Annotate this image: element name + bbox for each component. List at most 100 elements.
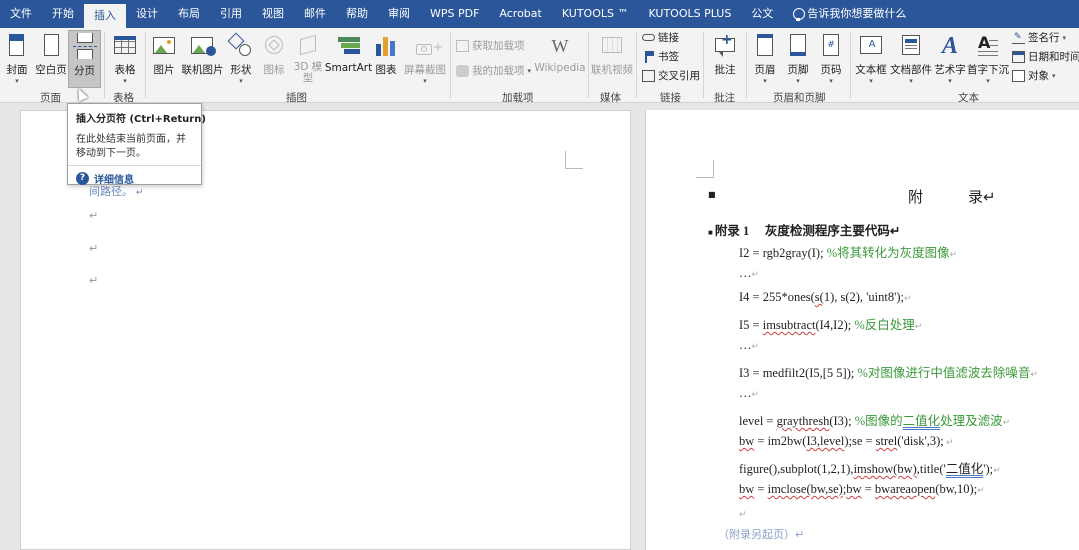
page-break-button[interactable]: 分页 [68, 30, 101, 88]
tab-insert[interactable]: 插入 [84, 4, 126, 28]
document-page-right[interactable]: ■ 附 录↵ ■ 附录 1 灰度检测程序主要代码↵ I2 = rgb2gray(… [645, 110, 1079, 550]
paragraph-mark: ↵ [739, 509, 747, 519]
tab-kutools-plus[interactable]: KUTOOLS PLUS [638, 0, 741, 28]
chart-icon [372, 32, 400, 60]
tooltip-description: 在此处结束当前页面，并移动到下一页。 [76, 134, 186, 159]
code-line: I3 = medfilt2(I5,[5 5]); %对图像进行中值滤波去除噪音↵ [739, 366, 1038, 380]
chart-button[interactable]: 图表 [371, 32, 401, 77]
smartart-icon [335, 32, 363, 60]
cross-reference-icon [642, 69, 655, 82]
textbox-icon: A [857, 32, 885, 60]
cover-page-button[interactable]: 封面 ▾ [4, 32, 30, 85]
group-divider [145, 32, 146, 98]
tell-me-search[interactable]: 告诉我你想要做什么 [783, 0, 916, 28]
group-label-media: 媒体 [600, 92, 621, 104]
tab-help[interactable]: 帮助 [336, 0, 378, 28]
screenshot-icon: + [411, 32, 443, 60]
footer-button[interactable]: 页脚 ▾ [783, 32, 813, 85]
picture-button[interactable]: 图片 [149, 32, 179, 77]
tab-references[interactable]: 引用 [210, 0, 252, 28]
tab-home[interactable]: 开始 [42, 0, 84, 28]
tab-mailings[interactable]: 邮件 [294, 0, 336, 28]
tab-view[interactable]: 视图 [252, 0, 294, 28]
calendar-icon [1012, 50, 1025, 63]
group-divider [588, 32, 589, 98]
page-number-button[interactable]: # 页码 ▾ [816, 32, 846, 85]
footer-icon [784, 32, 812, 60]
group-divider [746, 32, 747, 98]
shapes-button[interactable]: 形状 ▾ [226, 32, 256, 85]
online-picture-button[interactable]: 联机图片 [180, 32, 225, 77]
comment-icon: + [711, 32, 739, 60]
tab-official-doc[interactable]: 公文 [741, 0, 783, 28]
page-break-icon [71, 33, 99, 61]
smartart-button[interactable]: SmartArt [325, 32, 372, 74]
tab-acrobat[interactable]: Acrobat [489, 0, 551, 28]
drop-cap-button[interactable]: A 首字下沉 ▾ [967, 32, 1009, 85]
tab-design[interactable]: 设计 [126, 0, 168, 28]
code-line: I2 = rgb2gray(I); %将其转化为灰度图像↵ [739, 246, 958, 260]
table-button[interactable]: 表格 ▾ [108, 32, 142, 85]
page-margin-mark [565, 151, 583, 169]
my-addins-button[interactable]: 我的加载项 ▾ [456, 63, 531, 78]
table-icon [111, 32, 139, 60]
wikipedia-icon: W [551, 36, 569, 56]
cube-icon [294, 32, 322, 60]
signature-icon: ✎ [1012, 32, 1025, 44]
3d-models-button[interactable]: 3D 模型 [293, 32, 323, 84]
ribbon-insert: 封面 ▾ 空白页 分页 页面 表格 ▾ 表格 图片 联机图片 形状 ▾ 图标 3… [0, 28, 1079, 104]
screenshot-button[interactable]: + 屏幕截图 ▾ [402, 32, 448, 85]
tab-review[interactable]: 审阅 [378, 0, 420, 28]
tab-kutools[interactable]: KUTOOLS ™ [552, 0, 639, 28]
textbox-button[interactable]: A 文本框 ▾ [854, 32, 888, 85]
appendix-heading: 附 录↵ [908, 190, 996, 206]
lightbulb-icon [793, 7, 806, 21]
group-label-links: 链接 [660, 92, 681, 104]
tab-wps-pdf[interactable]: WPS PDF [420, 0, 489, 28]
code-line: level = graythresh(I3); %图像的二值化处理及滤波↵ [739, 414, 1011, 428]
group-divider [850, 32, 851, 98]
online-picture-icon [189, 32, 217, 60]
bookmark-icon [642, 50, 655, 63]
cross-reference-button[interactable]: 交叉引用 [642, 68, 700, 83]
help-icon: ? [76, 172, 89, 185]
wikipedia-button[interactable]: W Wikipedia [534, 32, 585, 74]
paragraph-mark: ↵ [89, 209, 99, 222]
bookmark-button[interactable]: 书签 [642, 49, 679, 64]
code-line: figure(),subplot(1,2,1),imshow(bw),title… [739, 462, 1001, 476]
comment-button[interactable]: + 批注 [707, 32, 743, 77]
bullet-mark: ■ [708, 190, 716, 199]
tooltip-divider [68, 165, 201, 166]
appendix-subheading: ■ 附录 1 灰度检测程序主要代码↵ [708, 224, 901, 238]
link-icon [642, 34, 655, 41]
header-icon [751, 32, 779, 60]
page-number-icon: # [817, 32, 845, 60]
code-line: I5 = imsubtract(I4,I2); %反白处理↵ [739, 318, 923, 332]
icons-button[interactable]: 图标 [259, 32, 289, 77]
group-label-text: 文本 [958, 92, 979, 104]
tab-layout[interactable]: 布局 [168, 0, 210, 28]
signature-line-button[interactable]: ✎ 签名行 ▾ [1012, 30, 1066, 45]
object-button[interactable]: 对象 ▾ [1012, 68, 1056, 83]
paragraph-mark: ↵ [89, 242, 99, 255]
paragraph-mark: ↵ [89, 274, 99, 287]
link-button[interactable]: 链接 [642, 30, 679, 45]
addin-puzzle-icon [456, 64, 469, 77]
appendix-note: （附录另起页）↵ [718, 528, 805, 541]
ribbon-tab-bar: 文件 开始 插入 设计 布局 引用 视图 邮件 帮助 审阅 WPS PDF Ac… [0, 0, 1079, 28]
header-button[interactable]: 页眉 ▾ [750, 32, 780, 85]
tell-me-text: 告诉我你想要做什么 [807, 7, 907, 20]
tooltip-more-info-link[interactable]: ? 详细信息 [76, 171, 193, 186]
group-label-addins: 加载项 [502, 92, 534, 104]
page-margin-mark [696, 160, 714, 178]
wordart-button[interactable]: A 艺术字 ▾ [933, 32, 967, 85]
code-line: bw = imclose(bw,se);bw = bwareaopen(bw,1… [739, 482, 985, 496]
online-video-button[interactable]: 联机视频 [591, 32, 633, 77]
quick-parts-button[interactable]: 文档部件 ▾ [889, 32, 933, 85]
blank-page-button[interactable]: 空白页 [34, 32, 68, 77]
tab-file[interactable]: 文件 [0, 0, 42, 28]
blank-page-icon [37, 32, 65, 60]
date-time-button[interactable]: 日期和时间 [1012, 49, 1079, 64]
code-line: I4 = 255*ones(s(1), s(2), 'uint8');↵ [739, 290, 912, 304]
get-addins-button[interactable]: 获取加载项 [456, 38, 525, 53]
